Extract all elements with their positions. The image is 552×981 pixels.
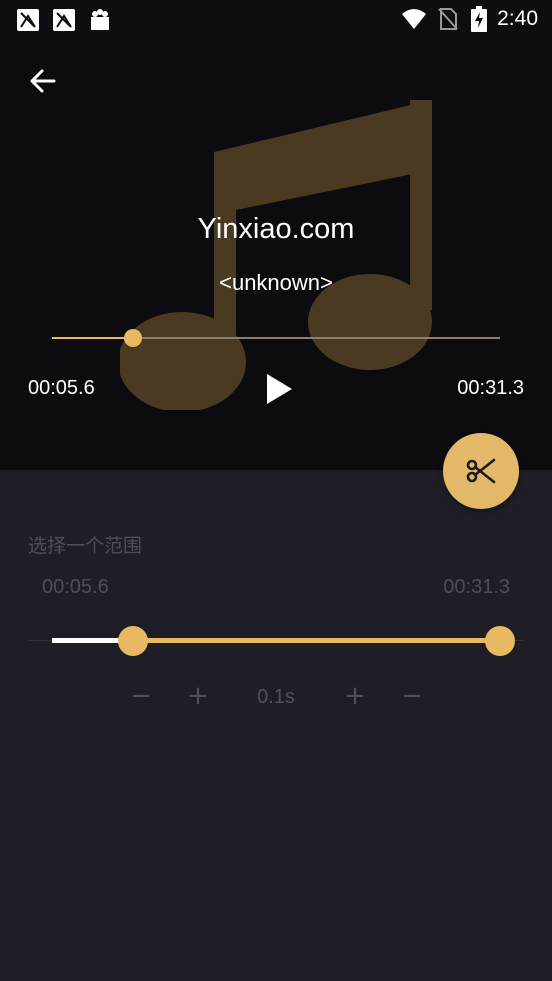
end-decrease-button[interactable]: −	[400, 683, 424, 709]
range-start-handle[interactable]	[117, 626, 148, 656]
music-note-icon	[120, 100, 432, 410]
notification-app-icon	[53, 9, 75, 31]
notification-shop-icon	[91, 9, 109, 30]
playback-progress-bar[interactable]	[52, 329, 500, 347]
end-increase-button[interactable]: +	[343, 683, 367, 709]
no-sim-icon	[438, 8, 458, 30]
song-artist: <unknown>	[219, 270, 333, 295]
play-button[interactable]	[264, 372, 294, 406]
range-selected-segment	[132, 638, 500, 643]
notification-app-icon	[17, 9, 39, 31]
status-bar: 2:40	[0, 0, 552, 38]
status-time: 2:40	[497, 7, 538, 30]
total-time: 00:31.3	[457, 377, 524, 399]
range-label: 选择一个范围	[28, 535, 143, 557]
current-time: 00:05.6	[28, 377, 95, 399]
playback-progress-thumb[interactable]	[123, 329, 142, 347]
playback-progress-fill	[52, 337, 133, 339]
start-increase-button[interactable]: +	[186, 683, 210, 709]
battery-charging-icon	[471, 6, 488, 32]
song-title: Yinxiao.com	[197, 213, 355, 245]
start-decrease-button[interactable]: −	[129, 683, 153, 709]
range-start-time: 00:05.6	[42, 576, 109, 598]
back-button[interactable]	[26, 64, 60, 98]
status-bar-right: 2:40	[401, 6, 538, 32]
player-header: Yinxiao.com <unknown> 00:05.6 00:31.3	[0, 38, 552, 470]
range-end-handle[interactable]	[485, 626, 515, 656]
wifi-icon	[402, 9, 427, 29]
range-end-time: 00:31.3	[443, 576, 510, 598]
cut-button[interactable]	[443, 433, 519, 509]
scissors-icon	[466, 458, 496, 484]
step-size-label: 0.1s	[257, 686, 295, 708]
